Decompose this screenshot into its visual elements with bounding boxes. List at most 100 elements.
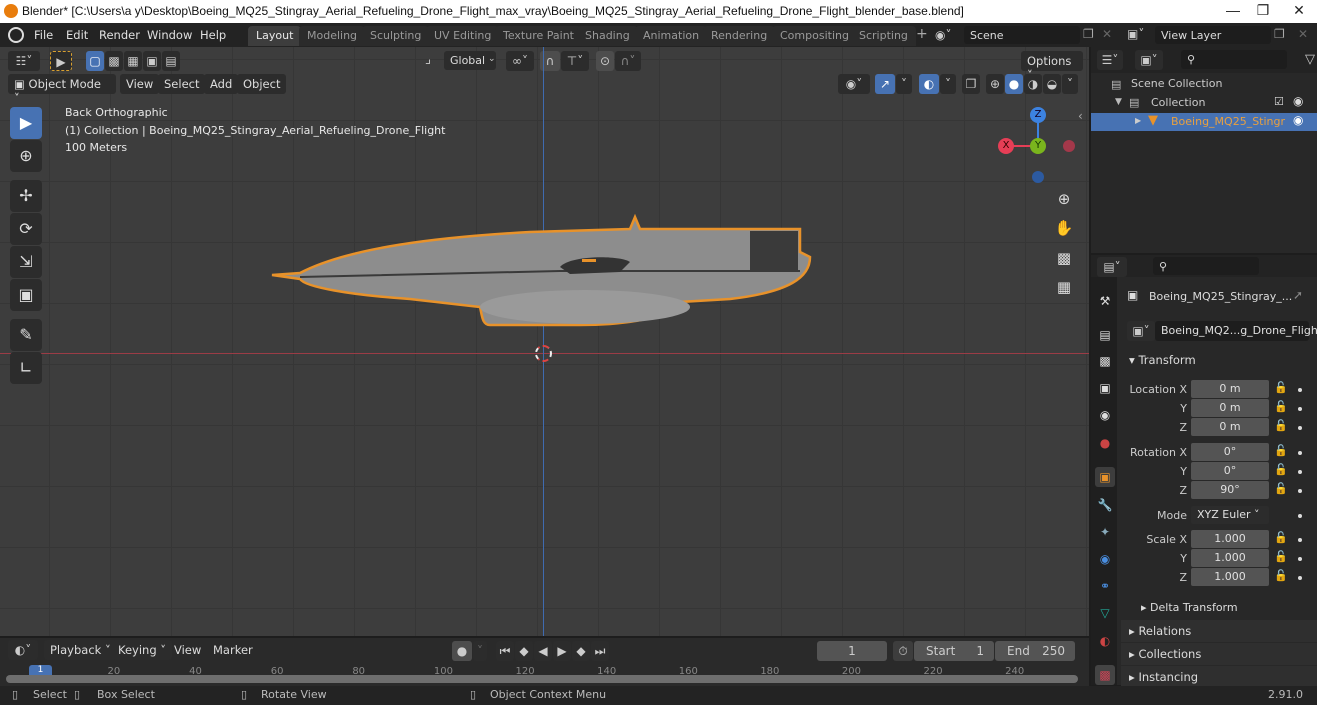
menu-object[interactable]: Object — [237, 74, 287, 94]
tab-modeling[interactable]: Modeling — [299, 26, 366, 46]
record-options-icon[interactable]: ˅ — [473, 641, 487, 661]
object-name-field[interactable]: Boeing_MQ2...g_Drone_Flight — [1155, 321, 1317, 341]
proportional-falloff-icon[interactable]: ∩˅ — [615, 51, 641, 71]
rendered-shading-icon[interactable]: ◒ — [1043, 74, 1061, 94]
expand-arrow-icon[interactable]: ▶ — [1135, 116, 1141, 125]
gizmo-neg-z[interactable] — [1032, 171, 1044, 183]
instancing-panel-header[interactable]: ▸ Instancing — [1121, 666, 1317, 688]
rotate-tool[interactable]: ⟳ — [10, 213, 42, 245]
keyframe-dot[interactable] — [1298, 576, 1302, 580]
record-button-icon[interactable]: ● — [452, 641, 472, 661]
modifier-tab-icon[interactable]: 🔧 — [1095, 495, 1115, 515]
select-subtract-mode-icon[interactable]: ▦ — [124, 51, 142, 71]
material-shading-icon[interactable]: ◑ — [1024, 74, 1042, 94]
new-view-layer-icon[interactable]: ❐ — [1274, 27, 1285, 41]
visibility-icon[interactable]: ◉˅ — [838, 74, 870, 94]
constraints-tab-icon[interactable]: ⚭ — [1095, 576, 1115, 596]
physics-tab-icon[interactable]: ◉ — [1095, 549, 1115, 569]
options-dropdown[interactable]: Options ˅ — [1021, 51, 1083, 82]
overlays-toggle-icon[interactable]: ◐ — [919, 74, 939, 94]
menu-help[interactable]: Help — [200, 28, 226, 42]
location-z-field[interactable]: 0 m — [1191, 418, 1269, 436]
tab-texture-paint[interactable]: Texture Paint — [495, 26, 582, 46]
move-tool[interactable]: ✢ — [10, 180, 42, 212]
material-tab-icon[interactable]: ◐ — [1095, 631, 1115, 651]
delta-transform-subpanel[interactable]: ▸ Delta Transform — [1133, 597, 1317, 619]
keyframe-dot[interactable] — [1298, 514, 1302, 518]
keyframe-dot[interactable] — [1298, 451, 1302, 455]
lock-icon[interactable]: 🔓 — [1274, 531, 1288, 544]
location-x-field[interactable]: 0 m — [1191, 380, 1269, 398]
maximize-button[interactable]: ❐ — [1248, 2, 1278, 19]
scale-tool[interactable]: ⇲ — [10, 246, 42, 278]
outliner-search-input[interactable]: ⚲ — [1181, 50, 1287, 69]
menu-playback[interactable]: Playback ˅ — [44, 640, 117, 660]
select-invert-mode-icon[interactable]: ▣ — [143, 51, 161, 71]
delete-view-layer-icon[interactable]: ✕ — [1298, 27, 1308, 41]
keyframe-dot[interactable] — [1298, 470, 1302, 474]
texture-tab-icon[interactable]: ▩ — [1095, 665, 1115, 685]
menu-window[interactable]: Window — [147, 28, 192, 42]
menu-keying[interactable]: Keying ˅ — [112, 640, 173, 660]
scene-selector[interactable]: Scene — [964, 26, 1080, 44]
select-tool-icon[interactable]: ▶ — [50, 51, 72, 71]
transform-panel-header[interactable]: ▾ Transform — [1121, 349, 1317, 371]
outliner-object-name[interactable]: Boeing_MQ25_Stingr — [1171, 115, 1285, 128]
properties-search-input[interactable]: ⚲ — [1153, 257, 1259, 275]
play-reverse-icon[interactable]: ◀ — [534, 641, 552, 661]
visibility-eye-icon[interactable]: ◉ — [1293, 113, 1303, 127]
transform-tool[interactable]: ▣ — [10, 279, 42, 311]
measure-tool[interactable]: ∟ — [10, 352, 42, 384]
select-new-mode-icon[interactable]: ▢ — [86, 51, 104, 71]
add-workspace-button[interactable]: + — [916, 26, 928, 42]
pin-icon[interactable]: ➚ — [1293, 288, 1303, 302]
end-frame-field[interactable]: End 250 — [995, 641, 1075, 661]
filter-icon[interactable]: ▽ — [1305, 52, 1315, 67]
new-scene-icon[interactable]: ❐ — [1083, 27, 1094, 41]
tab-shading[interactable]: Shading — [577, 26, 638, 46]
view-layer-selector[interactable]: View Layer — [1155, 26, 1271, 44]
render-tab-icon[interactable]: ▤ — [1095, 325, 1115, 345]
data-tab-icon[interactable]: ▽ — [1095, 603, 1115, 623]
play-icon[interactable]: ▶ — [553, 641, 571, 661]
drone-model[interactable] — [260, 207, 820, 367]
lock-icon[interactable]: 🔓 — [1274, 400, 1288, 413]
current-frame-field[interactable]: 1 — [817, 641, 887, 661]
jump-end-icon[interactable]: ⏭ — [591, 641, 609, 661]
expand-arrow-icon[interactable]: ▼ — [1115, 97, 1122, 107]
keyframe-dot[interactable] — [1298, 407, 1302, 411]
outliner-filter-icon[interactable]: ▣˅ — [1135, 50, 1163, 70]
pivot-point-icon[interactable]: ∞˅ — [506, 51, 534, 71]
exclude-checkbox[interactable]: ☑ — [1274, 95, 1284, 108]
collections-panel-header[interactable]: ▸ Collections — [1121, 643, 1317, 665]
xray-toggle-icon[interactable]: ❐ — [962, 74, 980, 94]
scale-z-field[interactable]: 1.000 — [1191, 568, 1269, 586]
lock-icon[interactable]: 🔓 — [1274, 419, 1288, 432]
output-tab-icon[interactable]: ▩ — [1095, 351, 1115, 371]
lock-icon[interactable]: 🔓 — [1274, 550, 1288, 563]
timeline-scrollbar[interactable] — [6, 675, 1078, 683]
prev-keyframe-icon[interactable]: ◆ — [515, 641, 533, 661]
tab-sculpting[interactable]: Sculpting — [362, 26, 430, 46]
particles-tab-icon[interactable]: ✦ — [1095, 522, 1115, 542]
ortho-toggle-icon[interactable]: ▦ — [1051, 274, 1077, 300]
object-browse-icon[interactable]: ▣˅ — [1127, 321, 1155, 341]
jump-start-icon[interactable]: ⏮ — [496, 641, 514, 661]
visibility-eye-icon[interactable]: ◉ — [1293, 94, 1303, 108]
gizmo-z-axis[interactable]: Z — [1030, 107, 1046, 123]
menu-add[interactable]: Add — [204, 74, 239, 94]
tab-compositing[interactable]: Compositing — [772, 26, 857, 46]
minimize-button[interactable]: — — [1218, 2, 1248, 18]
select-box-tool[interactable]: ▶ — [10, 107, 42, 139]
pan-view-icon[interactable]: ✋ — [1051, 215, 1077, 241]
3d-viewport[interactable]: ☷˅ ▶ ▢ ▩ ▦ ▣ ▤ ⌟ Global ⌄ ∞˅ ∩ ⊤˅ ⊙ ∩˅ O… — [0, 47, 1089, 636]
close-button[interactable]: ✕ — [1284, 2, 1314, 19]
view-layer-icon[interactable]: ▣˅ — [1127, 27, 1144, 41]
lock-icon[interactable]: 🔓 — [1274, 482, 1288, 495]
gizmo-neg-x[interactable] — [1063, 140, 1075, 152]
keyframe-dot[interactable] — [1298, 538, 1302, 542]
scene-icon[interactable]: ◉˅ — [935, 28, 951, 42]
world-tab-icon[interactable]: ● — [1095, 433, 1115, 453]
rotation-x-field[interactable]: 0° — [1191, 443, 1269, 461]
keyframe-dot[interactable] — [1298, 557, 1302, 561]
